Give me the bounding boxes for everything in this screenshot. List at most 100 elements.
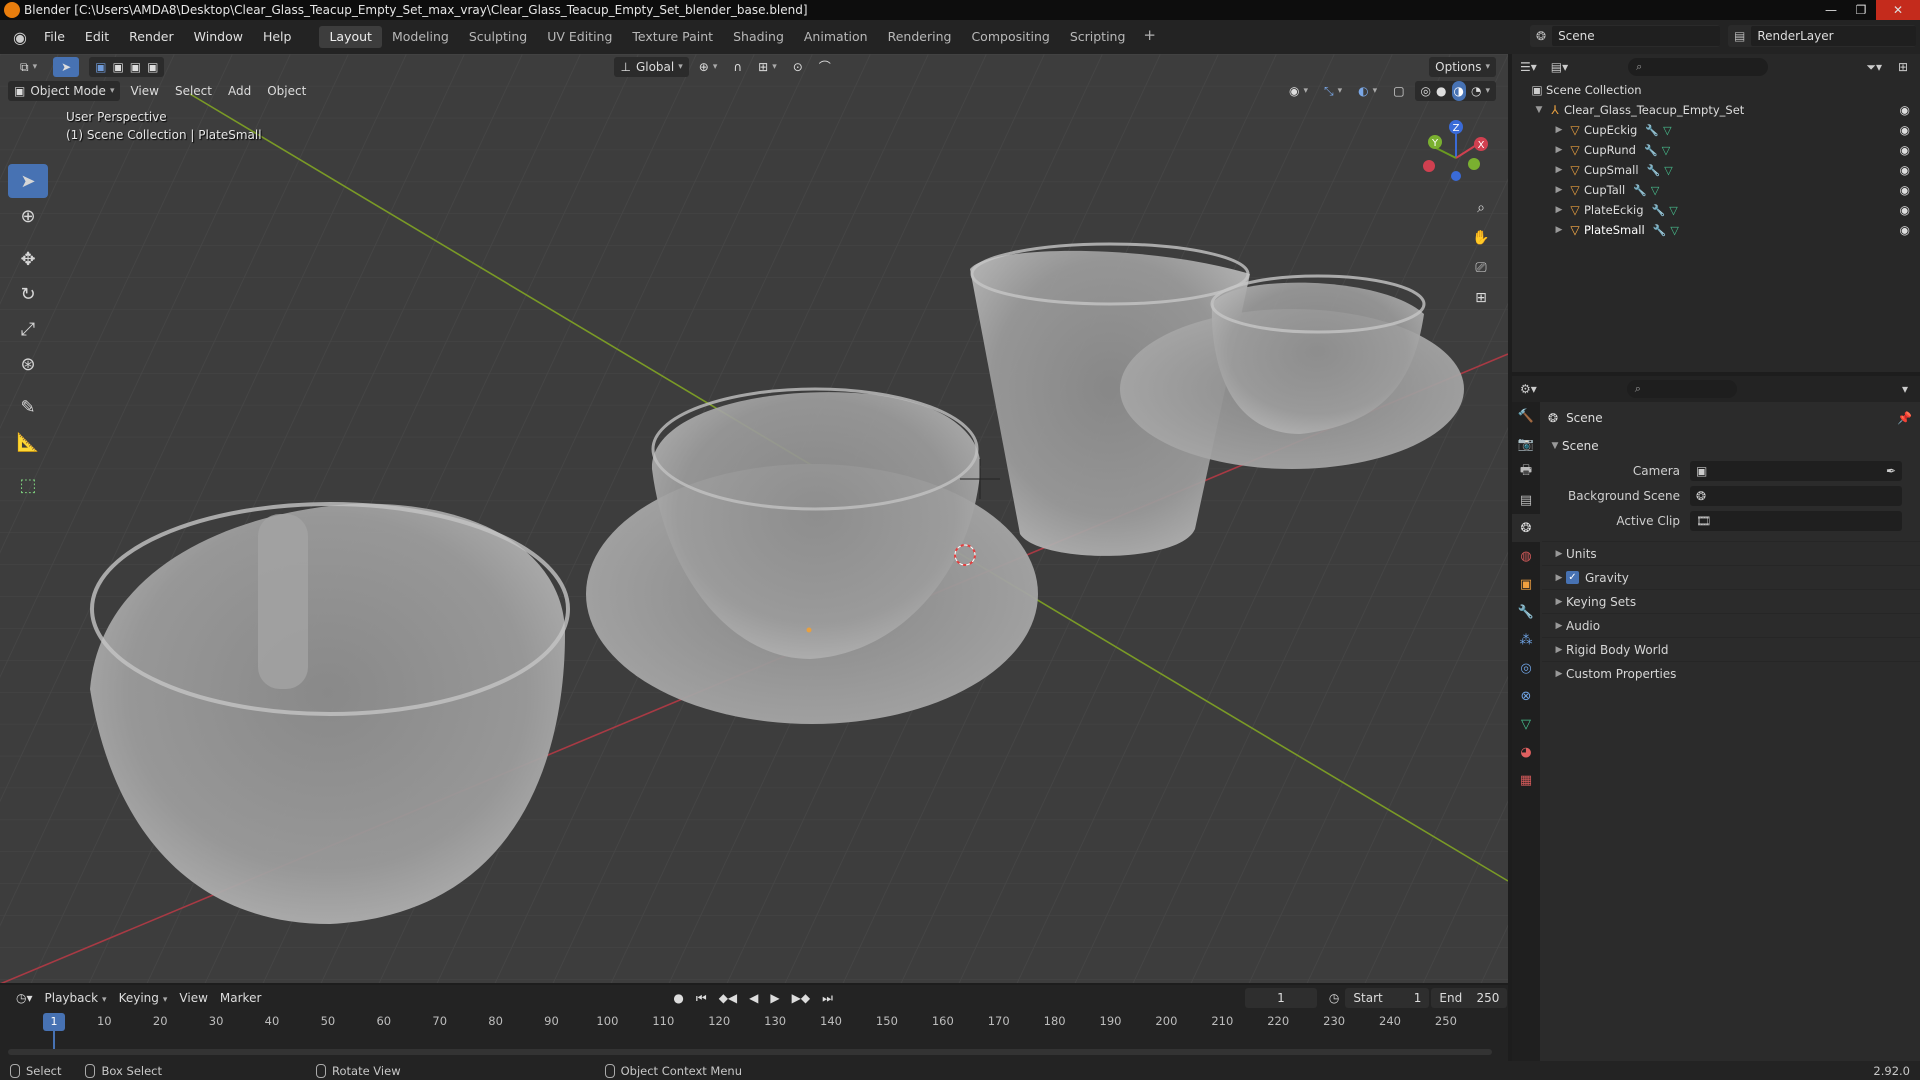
eyedropper-icon[interactable]: ✒ bbox=[1886, 464, 1896, 478]
tab-sculpting[interactable]: Sculpting bbox=[459, 26, 537, 48]
outliner-search-input[interactable]: ⌕ bbox=[1628, 58, 1769, 76]
subpanel-chevron-icon[interactable]: ▶ bbox=[1552, 669, 1566, 679]
gizmo-toggle[interactable]: ⤡ ▾ bbox=[1318, 81, 1348, 101]
snap-toggle[interactable]: ∩ bbox=[727, 57, 748, 77]
neg-x-gizmo-icon[interactable] bbox=[1423, 160, 1435, 172]
select-box-tool[interactable]: ➤ bbox=[8, 164, 48, 198]
eye-icon[interactable]: ◉ bbox=[1900, 103, 1910, 117]
menu-window[interactable]: Window bbox=[184, 26, 253, 48]
scene-tab-icon[interactable]: ❂ bbox=[1512, 514, 1540, 542]
collapse-chevron-icon[interactable]: ▶ bbox=[1552, 165, 1566, 175]
gravity-checkbox[interactable]: ✓ bbox=[1566, 571, 1579, 584]
select-extend-icon[interactable]: ▣ bbox=[112, 57, 123, 77]
scene-name[interactable]: Scene bbox=[1552, 26, 1720, 46]
subpanel-chevron-icon[interactable]: ▶ bbox=[1552, 621, 1566, 631]
mesh-data-icon[interactable]: ▽ bbox=[1664, 164, 1672, 177]
tab-animation[interactable]: Animation bbox=[794, 26, 878, 48]
viewport-menu-select[interactable]: Select bbox=[169, 81, 218, 101]
physics-tab-icon[interactable]: ◎ bbox=[1512, 654, 1540, 682]
scale-tool[interactable]: ⤢ bbox=[8, 312, 48, 346]
panel-expand-chevron-icon[interactable]: ▼ bbox=[1548, 441, 1562, 451]
material-shading-icon[interactable]: ◑ bbox=[1451, 81, 1466, 101]
playhead-frame-marker[interactable]: 1 bbox=[43, 1013, 65, 1031]
menu-help[interactable]: Help bbox=[253, 26, 302, 48]
transform-tool[interactable]: ⊛ bbox=[8, 347, 48, 381]
tool-tab-icon[interactable]: 🔨 bbox=[1512, 402, 1540, 430]
properties-editor-icon[interactable]: ⚙▾ bbox=[1520, 382, 1537, 396]
custom-properties-subpanel[interactable]: ▶ Custom Properties bbox=[1542, 661, 1920, 685]
new-collection-icon[interactable]: ⊞ bbox=[1898, 60, 1908, 74]
end-frame-field[interactable]: End 250 bbox=[1431, 988, 1508, 1008]
outliner-row-object[interactable]: ▶ ▽ PlateEckig 🔧 ▽ ◉ bbox=[1512, 200, 1920, 220]
tab-scripting[interactable]: Scripting bbox=[1060, 26, 1136, 48]
eye-icon[interactable]: ◉ bbox=[1900, 183, 1910, 197]
scene-selector[interactable]: ❂ Scene bbox=[1530, 25, 1720, 47]
keying-sets-subpanel[interactable]: ▶ Keying Sets bbox=[1542, 589, 1920, 613]
select-intersect-icon[interactable]: ▣ bbox=[147, 57, 158, 77]
subpanel-chevron-icon[interactable]: ▶ bbox=[1552, 645, 1566, 655]
rendered-shading-icon[interactable]: ◔ bbox=[1471, 81, 1481, 101]
modifier-wrench-icon[interactable]: 🔧 bbox=[1644, 144, 1658, 157]
move-tool[interactable]: ✥ bbox=[8, 242, 48, 276]
camera-field[interactable]: ▣ ✒ bbox=[1690, 460, 1902, 481]
modifier-wrench-icon[interactable]: 🔧 bbox=[1645, 124, 1659, 137]
menu-file[interactable]: File bbox=[34, 26, 75, 48]
neg-y-gizmo-icon[interactable] bbox=[1468, 158, 1480, 170]
marker-menu[interactable]: Marker bbox=[214, 988, 267, 1008]
eye-icon[interactable]: ◉ bbox=[1900, 123, 1910, 137]
jump-to-start-icon[interactable]: ⏮ bbox=[690, 988, 713, 1008]
timeline-view-menu[interactable]: View bbox=[173, 988, 213, 1008]
collapse-chevron-icon[interactable]: ▶ bbox=[1552, 205, 1566, 215]
expand-chevron-icon[interactable]: ▼ bbox=[1532, 105, 1546, 115]
mode-dropdown[interactable]: ▣ Object Mode ▾ bbox=[8, 81, 121, 101]
view-layer-selector[interactable]: ▤ RenderLayer bbox=[1728, 25, 1916, 47]
object-tab-icon[interactable]: ▣ bbox=[1512, 570, 1540, 598]
background-scene-field[interactable]: ❂ bbox=[1690, 485, 1902, 506]
tab-layout[interactable]: Layout bbox=[319, 26, 382, 48]
tweak-tool-button[interactable]: ➤ bbox=[53, 57, 80, 77]
add-workspace-button[interactable]: + bbox=[1135, 26, 1164, 48]
tab-rendering[interactable]: Rendering bbox=[878, 26, 962, 48]
mesh-data-icon[interactable]: ▽ bbox=[1662, 144, 1670, 157]
timeline-editor-icon[interactable]: ◷▾ bbox=[10, 988, 39, 1008]
ortho-toggle-button[interactable]: ⊞ bbox=[1467, 284, 1495, 312]
texture-tab-icon[interactable]: ▦ bbox=[1512, 766, 1540, 794]
modifier-wrench-icon[interactable]: 🔧 bbox=[1653, 224, 1667, 237]
particles-tab-icon[interactable]: ⁂ bbox=[1512, 626, 1540, 654]
collapse-chevron-icon[interactable]: ▶ bbox=[1552, 125, 1566, 135]
zoom-view-button[interactable]: ⌕ bbox=[1467, 194, 1495, 222]
tab-uv-editing[interactable]: UV Editing bbox=[537, 26, 622, 48]
overlay-toggle[interactable]: ◐ ▾ bbox=[1352, 81, 1383, 101]
outliner-row-object[interactable]: ▶ ▽ CupTall 🔧 ▽ ◉ bbox=[1512, 180, 1920, 200]
outliner-row-collection[interactable]: ▼ ⅄ Clear_Glass_Teacup_Empty_Set ◉ bbox=[1512, 100, 1920, 120]
viewport-menu-object[interactable]: Object bbox=[261, 81, 312, 101]
pan-view-button[interactable]: ✋ bbox=[1467, 224, 1495, 252]
wireframe-shading-icon[interactable]: ◎ bbox=[1421, 81, 1431, 101]
menu-render[interactable]: Render bbox=[119, 26, 184, 48]
modifier-wrench-icon[interactable]: 🔧 bbox=[1647, 164, 1661, 177]
collapse-chevron-icon[interactable]: ▶ bbox=[1552, 145, 1566, 155]
keying-menu[interactable]: Keying ▾ bbox=[113, 988, 174, 1008]
timeline-scrollbar[interactable] bbox=[8, 1049, 1492, 1055]
scene-panel-header[interactable]: ▼ Scene bbox=[1542, 434, 1920, 458]
options-dropdown[interactable]: Options ▾ bbox=[1429, 57, 1496, 77]
properties-options-chevron-icon[interactable]: ▾ bbox=[1902, 382, 1908, 396]
xray-toggle[interactable]: ▢ bbox=[1387, 81, 1410, 101]
annotate-tool[interactable]: ✎ bbox=[8, 390, 48, 424]
play-reverse-icon[interactable]: ◀ bbox=[743, 988, 764, 1008]
subpanel-chevron-icon[interactable]: ▶ bbox=[1552, 573, 1566, 583]
timeline-ruler[interactable]: 1 10 20 30 40 50 60 70 80 90 100 110 120 130 140 150 160… bbox=[8, 1011, 1500, 1055]
eye-icon[interactable]: ◉ bbox=[1900, 223, 1910, 237]
cursor-tool[interactable]: ⊕ bbox=[8, 199, 48, 233]
render-tab-icon[interactable]: 📷 bbox=[1512, 430, 1540, 458]
proportional-edit-toggle[interactable]: ⊙ bbox=[787, 57, 809, 77]
tab-compositing[interactable]: Compositing bbox=[961, 26, 1059, 48]
camera-view-button[interactable]: ⎚ bbox=[1467, 254, 1495, 282]
outliner-editor-icon[interactable]: ☰▾ bbox=[1520, 60, 1537, 74]
current-frame-field[interactable]: 1 bbox=[1244, 988, 1317, 1008]
units-subpanel[interactable]: ▶ Units bbox=[1542, 541, 1920, 565]
properties-search-input[interactable]: ⌕ bbox=[1626, 380, 1737, 398]
eye-icon[interactable]: ◉ bbox=[1900, 163, 1910, 177]
output-tab-icon[interactable]: 🖶 bbox=[1512, 458, 1540, 486]
gravity-subpanel[interactable]: ▶ ✓ Gravity bbox=[1542, 565, 1920, 589]
